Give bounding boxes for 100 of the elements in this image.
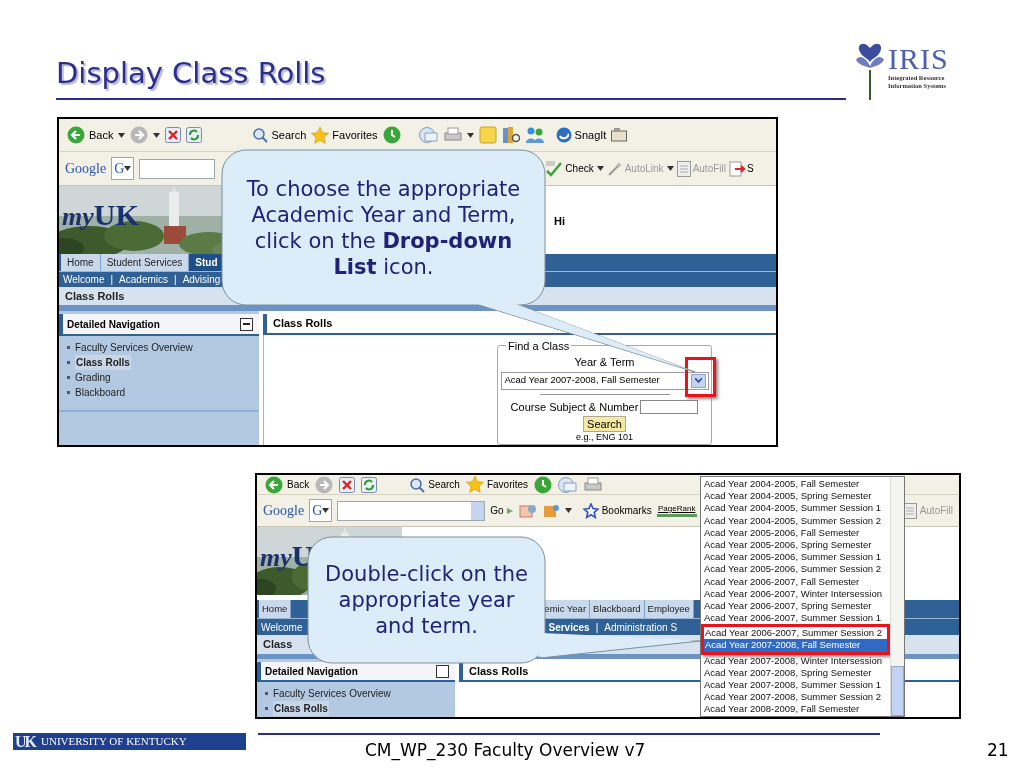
go-button[interactable]: Go xyxy=(490,503,514,518)
search-icon[interactable] xyxy=(252,127,269,143)
search-button[interactable]: Search xyxy=(583,416,626,432)
portal-tab[interactable]: Blackboard xyxy=(590,600,645,618)
dropdown-option[interactable]: Acad Year 2006-2007, Summer Session 1 xyxy=(703,612,890,625)
dropdown-option[interactable]: Acad Year 2007-2008, Summer Session 1 xyxy=(703,679,890,692)
refresh-icon[interactable] xyxy=(186,127,203,143)
people-icon[interactable] xyxy=(524,126,545,144)
subnav-link[interactable]: | xyxy=(171,272,180,287)
nav-link[interactable]: Class Rolls xyxy=(273,701,329,716)
collapse-button[interactable] xyxy=(436,664,449,678)
check-button[interactable]: Check xyxy=(545,160,594,177)
dropdown-option[interactable]: Acad Year 2004-2005, Summer Session 2 xyxy=(703,514,890,527)
dropdown-option[interactable]: Acad Year 2004-2005, Summer Session 1 xyxy=(703,502,890,515)
caret-icon[interactable] xyxy=(666,166,674,171)
portal-tab[interactable]: Home xyxy=(61,254,101,271)
bullet-icon xyxy=(67,361,70,364)
star-outline-icon[interactable] xyxy=(582,502,599,519)
google-search-field[interactable] xyxy=(139,158,216,179)
google-search-field[interactable] xyxy=(337,500,486,521)
history-icon[interactable] xyxy=(382,126,401,144)
subnav-link[interactable]: Academics xyxy=(116,272,171,287)
subnav-link[interactable]: Welcome xyxy=(60,272,108,287)
year-term-select[interactable]: Acad Year 2007-2008, Fall Semester xyxy=(500,371,709,390)
search-icon[interactable] xyxy=(409,476,426,493)
search-button[interactable]: Search xyxy=(409,476,460,493)
nav-link[interactable]: Grading xyxy=(75,370,111,385)
back-button[interactable]: Back xyxy=(265,475,310,494)
mail-icon[interactable] xyxy=(418,127,439,143)
go-icon[interactable] xyxy=(505,506,514,515)
subnav-link[interactable]: Welcome xyxy=(258,619,306,635)
dropdown-option[interactable]: Acad Year 2007-2008, Summer Session 2 xyxy=(703,691,890,704)
portal-tab[interactable]: Student Services xyxy=(100,254,190,271)
dropdown-option[interactable]: Acad Year 2004-2005, Fall Semester xyxy=(703,478,890,491)
stop-icon[interactable] xyxy=(339,476,356,493)
hint-text: e.g., ENG 101 xyxy=(575,432,633,442)
caret-icon[interactable] xyxy=(118,132,126,138)
snagit-icon[interactable] xyxy=(555,127,572,143)
caret-icon[interactable] xyxy=(322,508,330,513)
dropdown-option[interactable]: Acad Year 2007-2008, Fall Semester xyxy=(704,639,887,652)
refresh-icon[interactable] xyxy=(361,476,378,493)
caret-icon[interactable] xyxy=(124,166,132,171)
history-icon[interactable] xyxy=(534,475,553,494)
logo-text: UNIVERSITY OF KENTUCKY xyxy=(41,734,187,750)
favorites-button[interactable]: Favorites xyxy=(311,126,378,144)
send-icon[interactable] xyxy=(729,160,745,177)
nav-link[interactable]: Faculty Services Overview xyxy=(75,340,193,355)
scrollbar-thumb[interactable] xyxy=(891,666,904,716)
back-button[interactable]: Back xyxy=(67,126,114,144)
printer-icon[interactable] xyxy=(584,476,603,493)
caret-icon[interactable] xyxy=(466,132,474,138)
portal-tab[interactable]: Home xyxy=(259,600,292,618)
subnav-link[interactable]: Services xyxy=(545,619,593,635)
panel-header: Detailed Navigation xyxy=(265,664,359,679)
dropdown-option[interactable]: Acad Year 2006-2007, Spring Semester xyxy=(703,599,890,613)
dropdown-option[interactable]: Acad Year 2007-2008, Winter Intersession xyxy=(703,654,890,667)
dropdown-option[interactable]: Acad Year 2006-2007, Fall Semester xyxy=(703,575,890,588)
greeting-text: Hi xyxy=(554,214,565,229)
portal-tab[interactable]: Employee xyxy=(644,600,694,618)
dropdown-option[interactable]: Acad Year 2004-2005, Spring Semester xyxy=(703,490,890,503)
subnav-link[interactable]: Advising xyxy=(179,272,224,287)
star-icon[interactable] xyxy=(465,476,484,493)
dropdown-option[interactable]: Acad Year 2007-2008, Spring Semester xyxy=(703,666,890,679)
star-icon[interactable] xyxy=(311,126,330,144)
subnav-link[interactable]: | xyxy=(107,272,117,287)
stop-icon[interactable] xyxy=(165,127,182,143)
pagerank-button[interactable]: PageRank xyxy=(656,504,697,517)
course-input-field[interactable] xyxy=(640,399,699,414)
dropdown-option[interactable]: Acad Year 2005-2006, Summer Session 1 xyxy=(703,551,890,564)
nav-link[interactable]: Class Rolls xyxy=(75,355,131,370)
snagit-button[interactable]: SnagIt xyxy=(555,126,607,144)
collapse-button[interactable] xyxy=(240,317,253,331)
search-button[interactable]: Search xyxy=(252,126,307,144)
send-button[interactable]: S xyxy=(729,160,754,177)
dropdown-option[interactable]: Acad Year 2006-2007, Winter Intersession xyxy=(703,587,890,600)
dropdown-option[interactable]: Acad Year 2006-2007, Summer Session 2 xyxy=(704,627,887,640)
spellcheck-icon[interactable] xyxy=(545,160,564,177)
books-icon[interactable] xyxy=(501,126,520,144)
mail-icon[interactable] xyxy=(558,476,579,493)
bullet-icon xyxy=(265,692,268,695)
google-menu-button[interactable]: G xyxy=(309,499,333,522)
dropdown-option[interactable]: Acad Year 2005-2006, Spring Semester xyxy=(703,538,890,552)
nav-link[interactable]: Faculty Services Overview xyxy=(273,686,391,701)
dropdown-option[interactable]: Acad Year 2008-2009, Fall Semester xyxy=(703,703,890,716)
dropdown-option[interactable]: Acad Year 2005-2006, Fall Semester xyxy=(703,526,890,539)
forward-icon[interactable] xyxy=(315,475,334,494)
capture-icon[interactable] xyxy=(611,128,628,142)
favorites-button[interactable]: Favorites xyxy=(465,476,529,493)
google-menu-button[interactable]: G xyxy=(111,157,135,180)
subnav-link[interactable]: | xyxy=(592,619,602,635)
gear-icon[interactable] xyxy=(518,502,537,519)
nav-link[interactable]: Blackboard xyxy=(75,385,126,400)
subnav-link[interactable]: Administration S xyxy=(601,619,681,635)
back-icon xyxy=(67,126,85,144)
bookmarks-button[interactable]: Bookmarks xyxy=(582,502,652,519)
caret-icon[interactable] xyxy=(596,166,604,171)
caret-icon[interactable] xyxy=(153,132,161,138)
caret-icon[interactable] xyxy=(564,508,572,513)
callout-text: To choose the appropriate Academic Year and Term, click on the Drop-down List icon. xyxy=(245,175,522,280)
dropdown-option[interactable]: Acad Year 2005-2006, Summer Session 2 xyxy=(703,563,890,576)
